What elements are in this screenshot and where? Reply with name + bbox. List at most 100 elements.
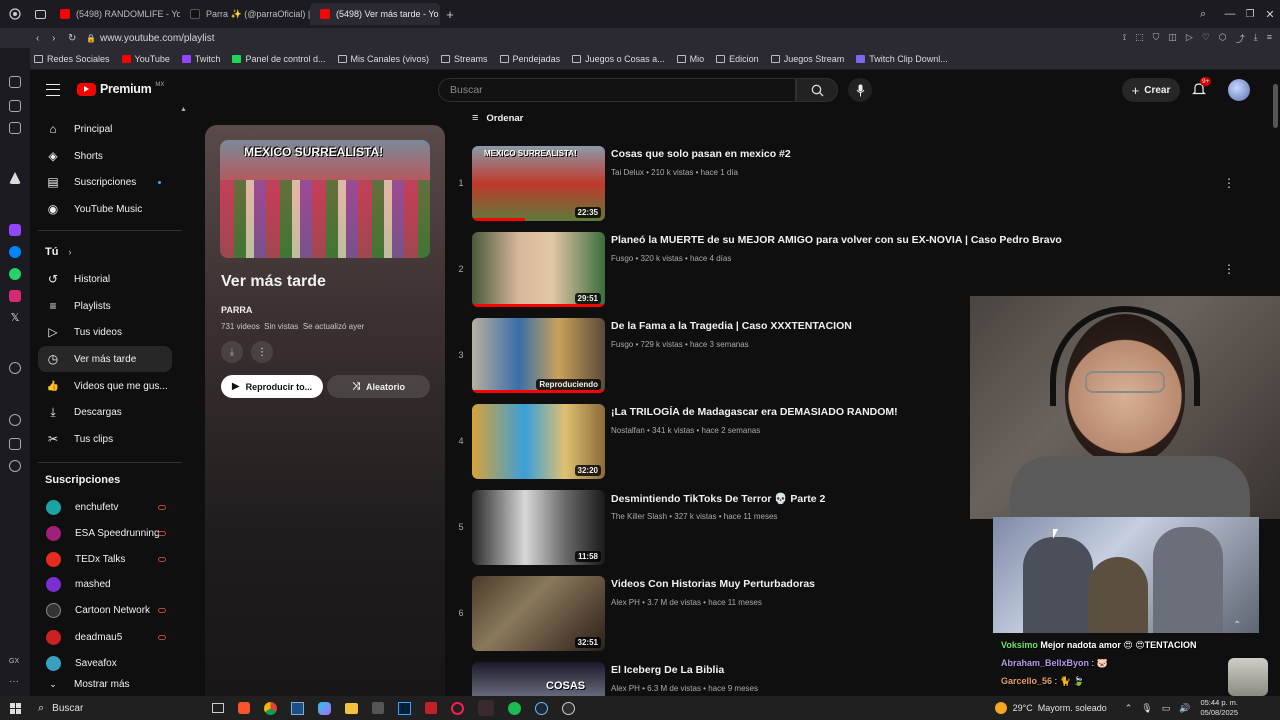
network-icon[interactable]: ▭ — [1162, 703, 1171, 714]
x-twitter-icon[interactable]: 𝕏 — [9, 312, 21, 324]
search-button[interactable] — [796, 78, 838, 102]
bookmark-link[interactable]: Twitch Clip Downl... — [856, 54, 948, 64]
brave-icon[interactable] — [238, 702, 250, 714]
sidebar-item-suscripciones[interactable]: ▤ Suscripciones — [38, 169, 172, 195]
shield-icon[interactable]: ⛉ — [1153, 32, 1160, 45]
you-section-header[interactable]: Tú › — [45, 246, 71, 258]
sidebar-sub-channel[interactable]: TEDx Talks — [38, 546, 172, 572]
app-icon[interactable] — [425, 702, 437, 714]
active-app-icon[interactable] — [478, 700, 494, 716]
video-title[interactable]: ¡La TRILOGÍA de Madagascar era DEMASIADO… — [611, 406, 898, 418]
volume-icon[interactable]: 🔊 — [1179, 703, 1190, 714]
notifications-button[interactable]: 9+ — [1192, 77, 1212, 98]
video-more-icon[interactable]: ⋮ — [1223, 262, 1235, 276]
twitch-panel-icon[interactable] — [9, 224, 21, 236]
sidebar-item-descargas[interactable]: ⤓ Descargas — [38, 399, 172, 425]
search-tabs-icon[interactable]: ⌕ — [1200, 8, 1220, 21]
video-title[interactable]: Planeó la MUERTE de su MEJOR AMIGO para … — [611, 234, 1062, 246]
download-icon[interactable]: ⤓ — [1254, 32, 1258, 45]
sort-button[interactable]: ≡ Ordenar — [472, 112, 523, 124]
tray-chevron-icon[interactable]: ⌃ — [1125, 703, 1133, 714]
video-thumbnail[interactable]: MEXICO SURREALISTA! 22:35 — [472, 146, 605, 221]
sidebar-item-youtube-music[interactable]: ◉ YouTube Music — [38, 196, 172, 222]
sidebar-sub-channel[interactable]: enchufetv — [38, 494, 172, 520]
more-icon[interactable]: ··· — [9, 677, 21, 690]
create-button[interactable]: + Crear — [1122, 78, 1180, 102]
avatar[interactable] — [1228, 79, 1250, 101]
sidebar-item-shorts[interactable]: ◈ Shorts — [38, 143, 172, 169]
sidebar-item-principal[interactable]: ⌂ Principal — [38, 116, 172, 142]
clock[interactable]: 05:44 p. m. 05/08/2025 — [1200, 698, 1238, 718]
bookmark-link[interactable]: YouTube — [121, 54, 170, 64]
bookmark-folder[interactable]: Mis Canales (vivos) — [337, 54, 429, 64]
video-thumbnail[interactable]: 32:51 — [472, 576, 605, 651]
sidebar-item-ver-mas-tarde[interactable]: ◷ Ver más tarde — [38, 346, 172, 372]
video-title[interactable]: Desmintiendo TikToks De Terror 💀 Parte 2 — [611, 492, 825, 505]
browser-menu-icon[interactable] — [0, 8, 30, 20]
calculator-icon[interactable] — [372, 702, 384, 714]
video-thumbnail[interactable]: 11:58 — [472, 490, 605, 565]
video-more-icon[interactable]: ⋮ — [1223, 176, 1235, 190]
minimize-button[interactable]: — — [1220, 8, 1240, 20]
reading-list-icon[interactable] — [9, 76, 21, 88]
video-title[interactable]: De la Fama a la Tragedia | Caso XXXTENTA… — [611, 320, 852, 332]
pin-icon[interactable]: ⟟ — [1123, 32, 1126, 45]
playlist-owner[interactable]: PARRA — [221, 305, 252, 315]
url-field[interactable]: www.youtube.com/playlist — [100, 33, 215, 44]
tab-ver-mas-tarde[interactable]: (5498) Ver más tarde - Yo — [310, 3, 440, 25]
sidebar-sub-channel[interactable]: deadmau5 — [38, 624, 172, 650]
aria-icon[interactable] — [9, 172, 21, 184]
tab-group-icon[interactable] — [30, 9, 50, 19]
video-title[interactable]: Videos Con Historias Muy Perturbadoras — [611, 578, 815, 590]
microphone-icon[interactable]: 🎙 — [1141, 703, 1152, 714]
bookmark-folder[interactable]: Edicion — [716, 54, 759, 64]
sidebar-sub-channel[interactable]: mashed — [38, 571, 172, 597]
close-window-button[interactable]: ✕ — [1260, 8, 1280, 21]
back-icon[interactable]: ‹ — [36, 33, 52, 44]
chrome-icon[interactable] — [264, 701, 277, 715]
voice-search-button[interactable] — [848, 78, 872, 102]
show-more-button[interactable]: ⌄ Mostrar más — [38, 677, 172, 691]
history-panel-icon[interactable] — [9, 122, 21, 134]
video-title[interactable]: Cosas que solo pasan en mexico #2 — [611, 148, 791, 160]
menu-icon[interactable]: ≡ — [1267, 32, 1272, 45]
sidebar-item-historial[interactable]: ↺ Historial — [38, 266, 172, 292]
maximize-button[interactable]: ❐ — [1240, 9, 1260, 20]
video-thumbnail[interactable]: Reproduciendo — [472, 318, 605, 393]
taskbar-search[interactable]: ⌕ Buscar — [30, 699, 180, 717]
steam-icon[interactable] — [535, 701, 548, 715]
play-icon[interactable]: ▷ — [1186, 32, 1193, 45]
photoshop-icon[interactable] — [398, 701, 411, 715]
whatsapp-icon[interactable] — [9, 268, 21, 280]
messenger-icon[interactable] — [9, 246, 21, 258]
extensions-icon[interactable]: ⬡ — [1219, 32, 1227, 45]
player-icon[interactable] — [9, 362, 21, 374]
bookmark-folder[interactable]: Pendejadas — [499, 54, 560, 64]
heart-icon[interactable]: ♡ — [1202, 32, 1210, 45]
obs-icon[interactable] — [562, 701, 575, 715]
play-all-button[interactable]: ▶ Reproducir to... — [221, 375, 323, 398]
playlist-more-button[interactable]: ⋮ — [251, 341, 273, 363]
gx-icon[interactable]: GX — [9, 656, 21, 668]
vegas-icon[interactable] — [291, 701, 304, 715]
extensions-panel-icon[interactable] — [9, 438, 21, 450]
bookmarks-panel-icon[interactable] — [9, 100, 21, 112]
opera-gx-icon[interactable] — [451, 701, 464, 715]
instagram-icon[interactable] — [9, 290, 21, 302]
start-button[interactable] — [0, 702, 30, 714]
copilot-icon[interactable] — [318, 701, 331, 715]
reload-icon[interactable]: ↻ — [68, 33, 86, 44]
playlist-thumbnail[interactable]: MEXICO SURREALISTA! — [220, 140, 430, 258]
shuffle-button[interactable]: ⤨ Aleatorio — [327, 375, 430, 398]
new-tab-button[interactable]: + — [440, 7, 460, 22]
task-view-icon[interactable] — [212, 703, 224, 713]
clock-icon[interactable] — [9, 414, 21, 426]
settings-icon[interactable] — [9, 460, 21, 472]
download-playlist-button[interactable]: ⤓ — [221, 341, 243, 363]
weather-widget[interactable]: 29°C Mayorm. soleado — [994, 702, 1107, 714]
sidebar-item-tus-clips[interactable]: ✂ Tus clips — [38, 426, 172, 452]
video-thumbnail[interactable]: 32:20 — [472, 404, 605, 479]
chat-collapse-icon[interactable]: ⌃ — [1233, 620, 1241, 631]
video-thumbnail[interactable]: COSAS — [472, 662, 605, 696]
bookmark-folder[interactable]: Streams — [441, 54, 488, 64]
